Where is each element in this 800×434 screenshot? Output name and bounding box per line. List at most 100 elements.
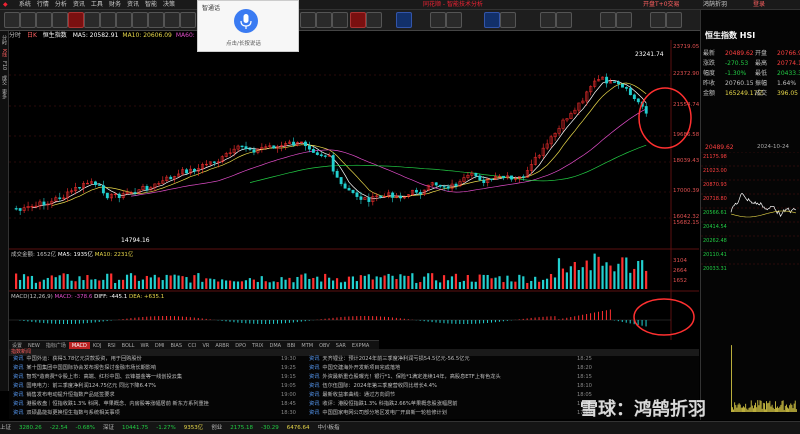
volume-bar [577,269,580,289]
future-icon[interactable] [446,12,462,28]
sidebar-tab-f10[interactable]: F10 [0,61,8,70]
news-item[interactable]: 资讯 某十国集团中国国际协会发布报告探讨金融市场长期影响 19:25 [13,365,303,372]
news-text: 最新收益率曲线：通过方向调节 [322,392,396,398]
f10-icon[interactable] [116,12,132,28]
global-icon[interactable] [556,12,572,28]
refresh-icon[interactable] [52,12,68,28]
volume-bar [502,282,505,289]
sidebar-tab-deal[interactable]: 成交 [0,75,8,85]
forward-icon[interactable] [20,12,36,28]
news-item[interactable]: 资讯 智驾*造商费*令股上市：高端、红杉中国、云锋基金等一线创投云集 19:15 [13,374,303,381]
menu-item[interactable]: 资讯 [124,0,142,9]
sidebar-tab-kline[interactable]: K线 [0,49,8,57]
volume-bar [110,273,113,289]
menu-item[interactable]: 工具 [88,0,106,9]
quote-v2: 20766.98 [777,50,800,57]
news-item[interactable]: 资讯 伍尔伍国际：2024年第三季度营收同比增长4.4% 18:10 [309,383,599,390]
market-icon[interactable] [68,12,84,28]
news-item[interactable]: 资讯 天齐锂业：预计2024年前三季度净利润亏损54.5亿元-56.5亿元 18:2… [309,356,599,363]
news-tag: 资讯 [309,365,320,371]
news-time: 18:10 [577,383,592,389]
news-item[interactable]: 资讯 港股收盘｜恒指收跌1.3% 科网、苹果概念、内房股等涨幅居前 新东方系列重挫… [13,401,303,408]
trade-icon[interactable] [180,12,196,28]
menu-item[interactable]: 财务 [106,0,124,9]
volume-bar [332,280,335,289]
menu-item[interactable]: 系统 [16,0,34,9]
volume-bar [312,277,315,289]
tool-icon[interactable] [600,12,616,28]
candle-body [244,146,248,149]
volume-bar [419,282,422,289]
timeshare-icon[interactable] [100,12,116,28]
candle-body [58,197,62,200]
news-tag: 资讯 [13,365,24,371]
news-item[interactable]: 资讯 最新收益率曲线：通过方向调节 18:05 [309,392,599,399]
volume-bar [466,275,469,289]
fund-icon[interactable] [332,12,348,28]
sidebar-tab-more[interactable]: 更多 [0,89,8,99]
kline-icon[interactable] [84,12,100,28]
volume-bar [645,270,648,289]
intraday-chart[interactable]: 21175.98 21023.00 20870.93 20718.80 20566.61… [701,152,800,422]
grid-icon[interactable] [666,12,682,28]
tab-timeshare[interactable]: 分时 [9,32,21,39]
menu-item[interactable]: 智能 [142,0,160,9]
news-item[interactable]: 资讯 中国外运：获得3.78亿元贷款投资，用于回购股份 19:30 [13,356,303,363]
menu-right-item-trade[interactable]: 开盘T+0交易 [640,0,683,9]
menu-item[interactable]: 资讯 [70,0,88,9]
news-item[interactable]: 资讯 收评：港股恒指跌1.3% 科指跌2.66%苹果概念股涨幅居前 17:55 [309,401,599,408]
volume-bar [363,275,366,289]
calc-icon[interactable] [616,12,632,28]
candle-body [355,192,359,197]
menu-right-item-user[interactable]: 鸿鹄折羽 [700,0,730,9]
level2-icon[interactable] [316,12,332,28]
pickstock-icon[interactable] [650,12,666,28]
candle-body [94,181,97,185]
kline-chart[interactable]: 23241.74 14794.16 23719.05 22372.90 21554.… [9,40,699,340]
hk-icon[interactable] [366,12,382,28]
bbd-icon[interactable] [300,12,316,28]
volume-bar [474,281,477,289]
tab-daily-k[interactable]: 日K [27,32,37,39]
volume-bar [161,280,164,289]
back-icon[interactable] [4,12,20,28]
menu-item[interactable]: 行情 [34,0,52,9]
menu-item[interactable]: 决策 [160,0,178,9]
candle-body [248,148,252,150]
menu-item[interactable]: 分析 [52,0,70,9]
sidebar-tab-timeshare[interactable]: 分时 [0,35,8,45]
volume-bar [450,276,454,289]
hs-icon[interactable] [350,12,366,28]
etf-icon[interactable] [484,12,500,28]
home-icon[interactable] [36,12,52,28]
warning-icon[interactable] [164,12,180,28]
news-item[interactable]: 资讯 国电电力：前三季度净利润124.75亿元 同比下降6.47% 19:05 [13,383,303,390]
news-time: 19:00 [281,392,296,398]
volume-bar [438,282,442,289]
candle-body [292,141,296,146]
volume-bar [308,278,311,289]
news-bar-title[interactable]: 指数新闻 [9,349,31,355]
high-price-label: 23241.74 [635,51,664,58]
volume-bar [248,278,251,289]
news-item[interactable]: 资讯 中国交建海外开发新项目完成落地 18:20 [309,365,599,372]
forex-icon[interactable] [540,12,556,28]
login-button[interactable]: 登录 [750,0,768,9]
option-icon[interactable] [500,12,516,28]
ma-item: MA5: 20582.91 [72,32,119,39]
news-item[interactable]: 资讯 双硕晶能拟更换恒生指数与系统相关事项 18:30 [13,410,303,417]
select-icon[interactable] [148,12,164,28]
microphone-icon[interactable] [234,9,258,33]
volume-bar [328,277,331,289]
volume-bar [260,276,263,289]
volume-bar [446,280,450,289]
news-item[interactable]: 资讯 中国国家电网公司部分地区发电厂开启新一轮检修计划 17:50 [309,410,599,417]
voice-popup[interactable]: 智通话 点击/长按说话 [197,0,299,52]
wenda-icon[interactable] [396,12,412,28]
bond-icon[interactable] [430,12,446,28]
status-item: 深证 [102,425,114,431]
news-item[interactable]: 资讯 销售发布电动提升恒指数产品延签要求 19:00 [13,392,303,399]
news-icon[interactable] [132,12,148,28]
volume-bar [605,262,608,289]
news-item[interactable]: 资讯 外资最新重仓股曝光！银行*1、保险*1满定连续14年，高股息ETF上有色龙头… [309,374,599,381]
